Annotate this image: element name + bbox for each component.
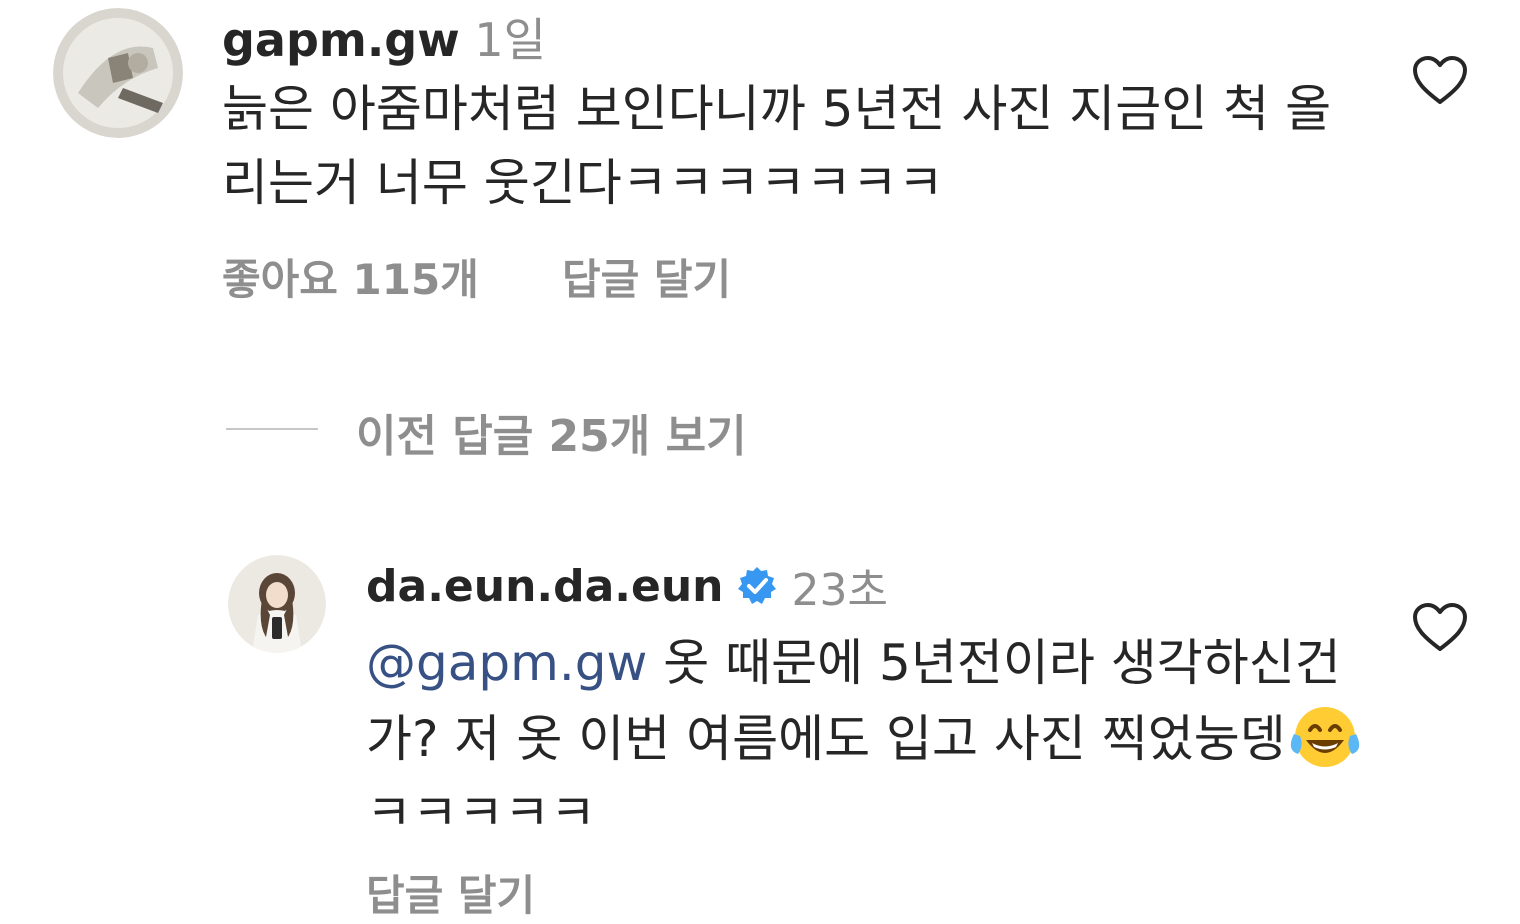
comment-username[interactable]: gapm.gw [222, 13, 460, 67]
like-heart-icon[interactable] [1412, 55, 1468, 105]
comment-header: gapm.gw 1일 [222, 4, 546, 70]
reply-laugh-text: ㅋㅋㅋㅋㅋ [366, 784, 596, 842]
reply-timestamp[interactable]: 23초 [792, 554, 888, 618]
replies-divider-line [226, 428, 318, 430]
reply-username[interactable]: da.eun.da.eun [366, 561, 724, 612]
reply-avatar[interactable] [228, 555, 326, 653]
laughing-crying-emoji-icon [1286, 700, 1364, 770]
verified-badge-icon [736, 565, 778, 607]
commenter-avatar[interactable] [53, 8, 183, 138]
reply-like-heart-icon[interactable] [1412, 602, 1468, 652]
mention-link[interactable]: @gapm.gw [366, 634, 647, 692]
comment-timestamp[interactable]: 1일 [474, 13, 546, 67]
reply-text: @gapm.gw 옷 때문에 5년전이라 생각하신건가? 저 옷 이번 여름에도… [366, 626, 1376, 850]
view-previous-replies-button[interactable]: 이전 답글 25개 보기 [356, 400, 747, 464]
comment-text: 늙은 아줌마처럼 보인다니까 5년전 사진 지금인 척 올리는거 너무 웃긴다ㅋ… [222, 80, 1332, 212]
like-count[interactable]: 좋아요 115개 [222, 246, 479, 307]
reply-to-reply-button[interactable]: 답글 달기 [366, 862, 535, 923]
reply-button[interactable]: 답글 달기 [562, 246, 731, 307]
reply-header: da.eun.da.eun 23초 [366, 554, 888, 618]
